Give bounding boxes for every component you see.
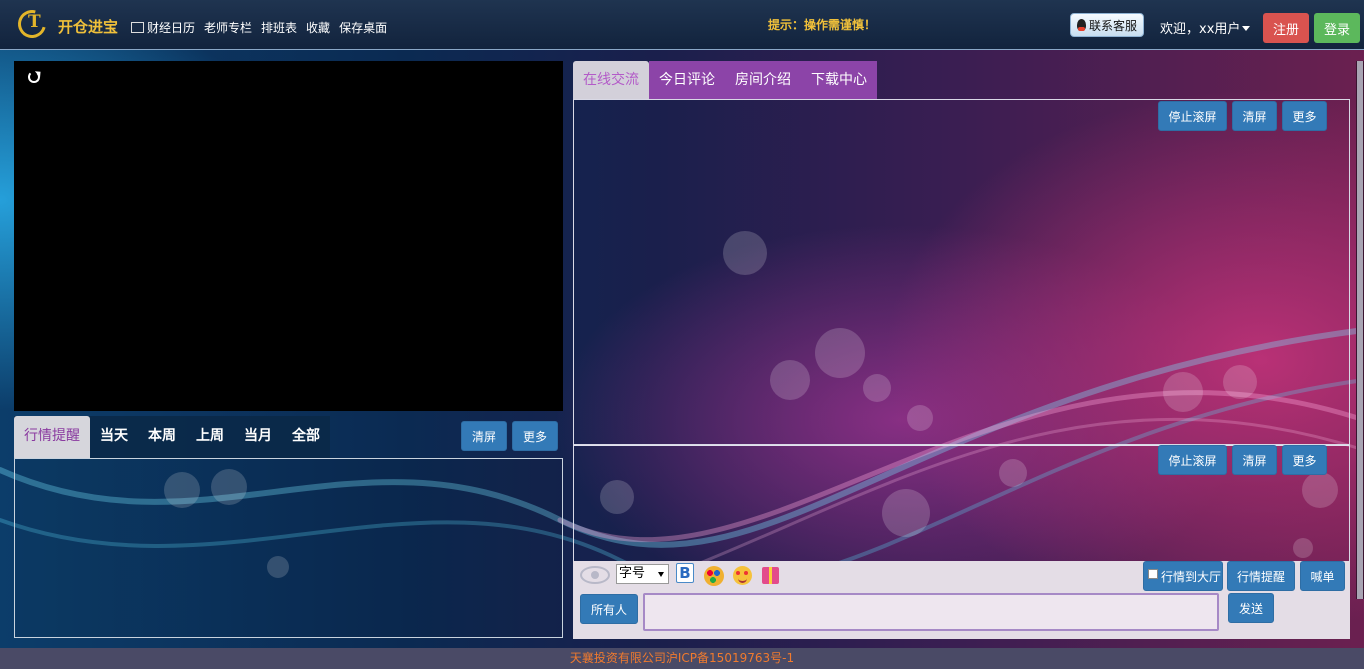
nav-schedule[interactable]: 排班表 — [261, 19, 297, 36]
tab-all[interactable]: 全部 — [282, 416, 330, 459]
bold-icon[interactable]: B — [676, 563, 694, 583]
stop-scroll-button-2[interactable]: 停止滚屏 — [1158, 445, 1227, 475]
message-input[interactable] — [643, 593, 1219, 631]
contact-support-button[interactable]: 联系客服 — [1070, 13, 1144, 37]
footer: 天襄投资有限公司沪ICP备15019763号-1 — [0, 648, 1364, 669]
footer-text: 天襄投资有限公司沪ICP备15019763号-1 — [569, 651, 795, 665]
tab-this-month[interactable]: 当月 — [234, 416, 282, 459]
login-button[interactable]: 登录 — [1314, 13, 1360, 43]
brand-name[interactable]: 开仓进宝 — [58, 16, 118, 37]
dropdown-arrow-icon — [658, 572, 664, 577]
market-alert-button[interactable]: 行情提醒 — [1227, 561, 1295, 591]
logo-letter: T — [28, 12, 41, 32]
tab-download-center[interactable]: 下载中心 — [801, 61, 877, 99]
tab-this-week[interactable]: 本周 — [138, 416, 186, 459]
chat-more-button-2[interactable]: 更多 — [1282, 445, 1327, 475]
to-hall-checkbox[interactable] — [1148, 569, 1158, 579]
notice-text: 提示：操作需谨慎！ — [768, 18, 877, 32]
emoji-icon[interactable] — [733, 566, 752, 585]
left-tab-bar: 行情提醒 当天 本周 上周 当月 全部 — [14, 416, 330, 459]
chat-clear-button-2[interactable]: 清屏 — [1232, 445, 1277, 475]
left-clear-button[interactable]: 清屏 — [461, 421, 507, 451]
top-nav: 财经日历 老师专栏 排班表 收藏 保存桌面 — [131, 19, 387, 36]
refresh-icon[interactable] — [28, 71, 40, 83]
stop-scroll-button[interactable]: 停止滚屏 — [1158, 101, 1227, 131]
font-size-select[interactable]: 字号 — [616, 564, 669, 584]
nav-favorite[interactable]: 收藏 — [306, 19, 330, 36]
tab-today[interactable]: 当天 — [90, 416, 138, 459]
chat-message-area — [573, 99, 1350, 445]
gift-icon[interactable] — [762, 567, 779, 584]
qq-icon — [1076, 19, 1086, 31]
market-alert-list — [14, 458, 563, 638]
nav-calendar[interactable]: 财经日历 — [131, 19, 195, 36]
left-more-button[interactable]: 更多 — [512, 421, 558, 451]
tab-market-alert[interactable]: 行情提醒 — [14, 416, 90, 459]
calendar-icon — [131, 22, 144, 33]
recipient-button[interactable]: 所有人 — [580, 594, 638, 624]
tab-today-comments[interactable]: 今日评论 — [649, 61, 725, 99]
video-player[interactable] — [14, 61, 563, 411]
nav-save-desktop[interactable]: 保存桌面 — [339, 19, 387, 36]
register-button[interactable]: 注册 — [1263, 13, 1309, 43]
palette-icon[interactable] — [704, 566, 724, 586]
nav-teacher-column[interactable]: 老师专栏 — [204, 19, 252, 36]
tab-online-chat[interactable]: 在线交流 — [573, 61, 649, 99]
top-bar: T 开仓进宝 财经日历 老师专栏 排班表 收藏 保存桌面 提示：操作需谨慎！ 联… — [0, 0, 1364, 50]
chat-clear-button[interactable]: 清屏 — [1232, 101, 1277, 131]
send-button[interactable]: 发送 — [1228, 593, 1274, 623]
shout-order-button[interactable]: 喊单 — [1300, 561, 1345, 591]
user-menu[interactable]: 欢迎，xx用户 — [1160, 18, 1251, 37]
right-tab-bar: 在线交流 今日评论 房间介绍 下载中心 — [573, 61, 877, 99]
tab-room-intro[interactable]: 房间介绍 — [725, 61, 801, 99]
page-scrollbar[interactable] — [1356, 61, 1364, 599]
tab-last-week[interactable]: 上周 — [186, 416, 234, 459]
chevron-down-icon — [1242, 26, 1251, 31]
eye-icon[interactable] — [580, 566, 610, 584]
chat-more-button[interactable]: 更多 — [1282, 101, 1327, 131]
